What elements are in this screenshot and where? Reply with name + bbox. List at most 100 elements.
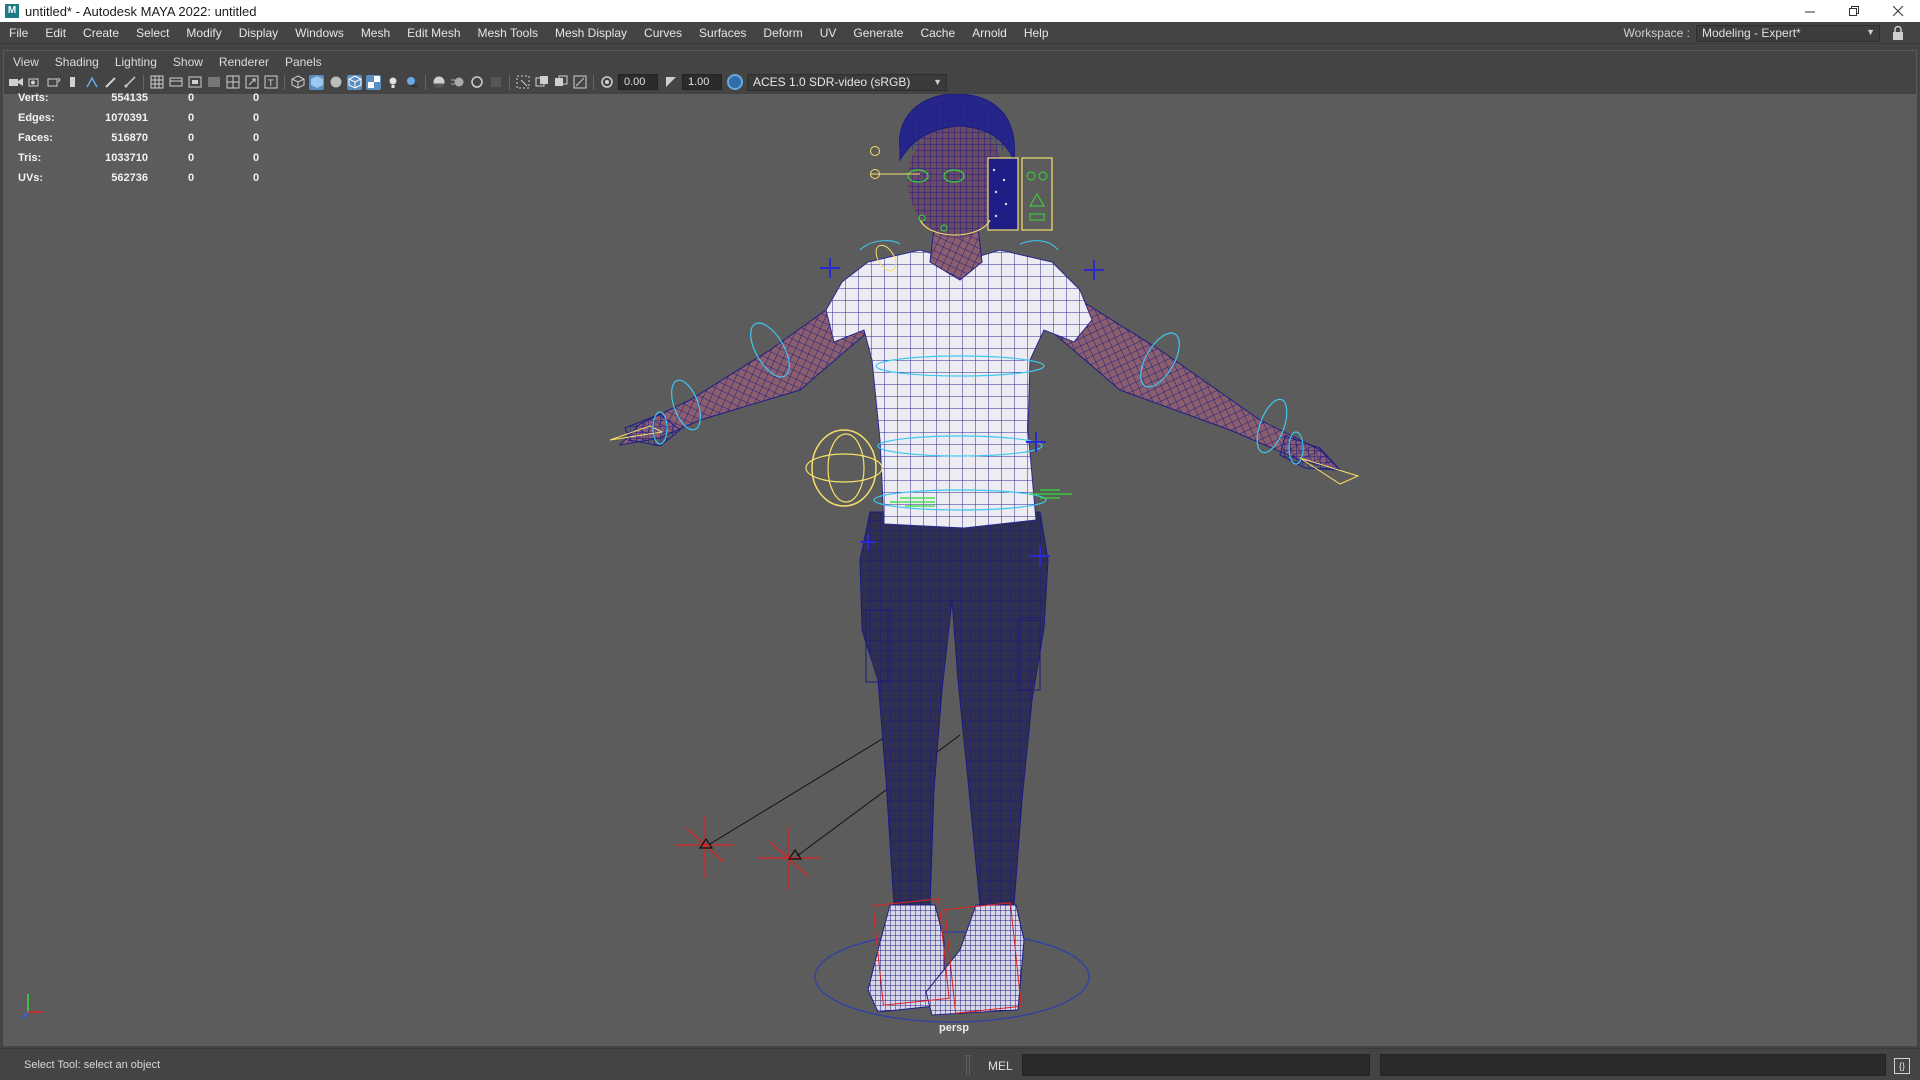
viewport-scene — [609, 94, 1360, 1023]
toolbar-separator — [284, 74, 285, 90]
pants-mesh — [859, 511, 1049, 906]
gamma-icon[interactable] — [663, 75, 678, 90]
menu-select[interactable]: Select — [127, 22, 177, 44]
cog-control — [811, 429, 877, 507]
shadows-icon[interactable] — [404, 75, 419, 90]
menu-arnold[interactable]: Arnold — [963, 22, 1015, 44]
menu-mesh-tools[interactable]: Mesh Tools — [469, 22, 546, 44]
menu-help[interactable]: Help — [1015, 22, 1057, 44]
use-default-material-icon[interactable] — [328, 75, 343, 90]
command-language-toggle[interactable]: MEL — [988, 1059, 1013, 1073]
hud-row-faces: Faces: 516870 0 0 — [14, 132, 274, 152]
menu-file[interactable]: File — [0, 22, 36, 44]
panel-menu-show[interactable]: Show — [165, 52, 211, 72]
lock-icon[interactable] — [1892, 25, 1906, 40]
workspace-dropdown[interactable]: Modeling - Expert* ▼ — [1696, 24, 1880, 42]
screen-space-ao-icon[interactable] — [431, 75, 446, 90]
2d-pan-zoom-icon[interactable] — [84, 75, 99, 90]
view-transform-dropdown[interactable]: ACES 1.0 SDR-video (sRGB) ▼ — [747, 73, 947, 91]
hud-total: 516870 — [111, 132, 148, 144]
hud-selected: 0 — [188, 172, 195, 184]
menu-mesh[interactable]: Mesh — [352, 22, 398, 44]
minimize-button[interactable] — [1788, 0, 1832, 22]
multisample-aa-icon[interactable] — [469, 75, 484, 90]
motion-blur-icon[interactable] — [450, 75, 465, 90]
resize-grip[interactable] — [966, 1055, 970, 1075]
camera-attributes-icon[interactable] — [27, 75, 42, 90]
menu-curves[interactable]: Curves — [635, 22, 690, 44]
hud-third: 0 — [253, 172, 260, 184]
minimize-icon — [1804, 11, 1815, 12]
hud-total: 554135 — [111, 92, 148, 104]
safe-title-icon[interactable]: T — [263, 75, 278, 90]
menu-cache[interactable]: Cache — [911, 22, 963, 44]
menu-modify[interactable]: Modify — [177, 22, 229, 44]
poly-count-hud: Verts: 554135 0 0 Edges: 1070391 0 0 Fac… — [14, 92, 274, 192]
view-transform-value: ACES 1.0 SDR-video (sRGB) — [753, 75, 911, 89]
workspace-selector: Workspace : Modeling - Expert* ▼ — [1624, 22, 1906, 44]
toolbar-separator — [425, 74, 426, 90]
exposure-field[interactable]: 0.00 — [618, 74, 658, 90]
grease-pencil-icon[interactable] — [103, 75, 118, 90]
panel-menu-lighting[interactable]: Lighting — [107, 52, 165, 72]
pole-vector-line — [709, 721, 911, 845]
safe-action-icon[interactable] — [244, 75, 259, 90]
film-gate-icon[interactable] — [168, 75, 183, 90]
menu-create[interactable]: Create — [74, 22, 127, 44]
panel-menu-view[interactable]: View — [5, 52, 47, 72]
gate-mask-icon[interactable] — [206, 75, 221, 90]
xray-joints-icon[interactable] — [572, 75, 587, 90]
command-result-field — [1380, 1054, 1886, 1076]
menu-mesh-display[interactable]: Mesh Display — [546, 22, 635, 44]
isolate-select-icon[interactable] — [515, 75, 530, 90]
menu-deform[interactable]: Deform — [754, 22, 810, 44]
resolution-gate-icon[interactable] — [187, 75, 202, 90]
title-bar: M untitled* - Autodesk MAYA 2022: untitl… — [0, 0, 1920, 22]
bookmarks-icon[interactable] — [46, 75, 61, 90]
hud-label: Edges: — [18, 112, 55, 124]
select-camera-icon[interactable] — [8, 75, 23, 90]
menu-edit-mesh[interactable]: Edit Mesh — [398, 22, 468, 44]
panel-toolbar: T 0.00 1.00 ACES 1.0 SDR-video (sRGB) ▼ — [8, 72, 1912, 92]
menu-display[interactable]: Display — [230, 22, 286, 44]
pencil-icon[interactable] — [122, 75, 137, 90]
smooth-shade-all-icon[interactable] — [309, 74, 324, 90]
image-plane-icon[interactable] — [65, 75, 80, 90]
grid-icon[interactable] — [149, 75, 164, 90]
close-button[interactable] — [1876, 0, 1920, 22]
clavicle-control — [1019, 240, 1059, 251]
wireframe-on-shaded-icon[interactable] — [347, 74, 362, 90]
menu-surfaces[interactable]: Surfaces — [690, 22, 754, 44]
gamma-field[interactable]: 1.00 — [682, 74, 722, 90]
face-control-panel — [987, 157, 1019, 231]
chevron-down-icon: ▼ — [1866, 26, 1875, 37]
panel-menu-panels[interactable]: Panels — [277, 52, 330, 72]
hud-total: 562736 — [111, 172, 148, 184]
depth-of-field-icon[interactable] — [488, 75, 503, 90]
wireframe-icon[interactable] — [290, 75, 305, 90]
menu-generate[interactable]: Generate — [844, 22, 911, 44]
panel-menu-renderer[interactable]: Renderer — [211, 52, 277, 72]
hud-third: 0 — [253, 132, 260, 144]
restore-icon — [1848, 5, 1859, 16]
workspace-label: Workspace : — [1623, 26, 1690, 40]
perspective-viewport[interactable] — [4, 94, 1916, 1046]
command-input[interactable] — [1022, 1054, 1370, 1076]
close-icon — [1892, 5, 1903, 16]
exposure-icon[interactable] — [599, 75, 614, 90]
menu-windows[interactable]: Windows — [286, 22, 352, 44]
menu-edit[interactable]: Edit — [36, 22, 74, 44]
xray-icon[interactable] — [534, 75, 549, 90]
restore-button[interactable] — [1832, 0, 1876, 22]
hud-row-verts: Verts: 554135 0 0 — [14, 92, 274, 112]
menu-uv[interactable]: UV — [811, 22, 845, 44]
knee-locator-left — [676, 816, 734, 878]
color-management-icon[interactable] — [727, 74, 743, 90]
panel-menu-shading[interactable]: Shading — [47, 52, 107, 72]
textured-icon[interactable] — [366, 74, 381, 90]
use-all-lights-icon[interactable] — [385, 75, 400, 90]
chevron-down-icon: ▼ — [933, 76, 942, 87]
script-editor-icon[interactable]: {} — [1894, 1058, 1910, 1074]
xray-active-components-icon[interactable] — [553, 75, 568, 90]
field-chart-icon[interactable] — [225, 75, 240, 90]
